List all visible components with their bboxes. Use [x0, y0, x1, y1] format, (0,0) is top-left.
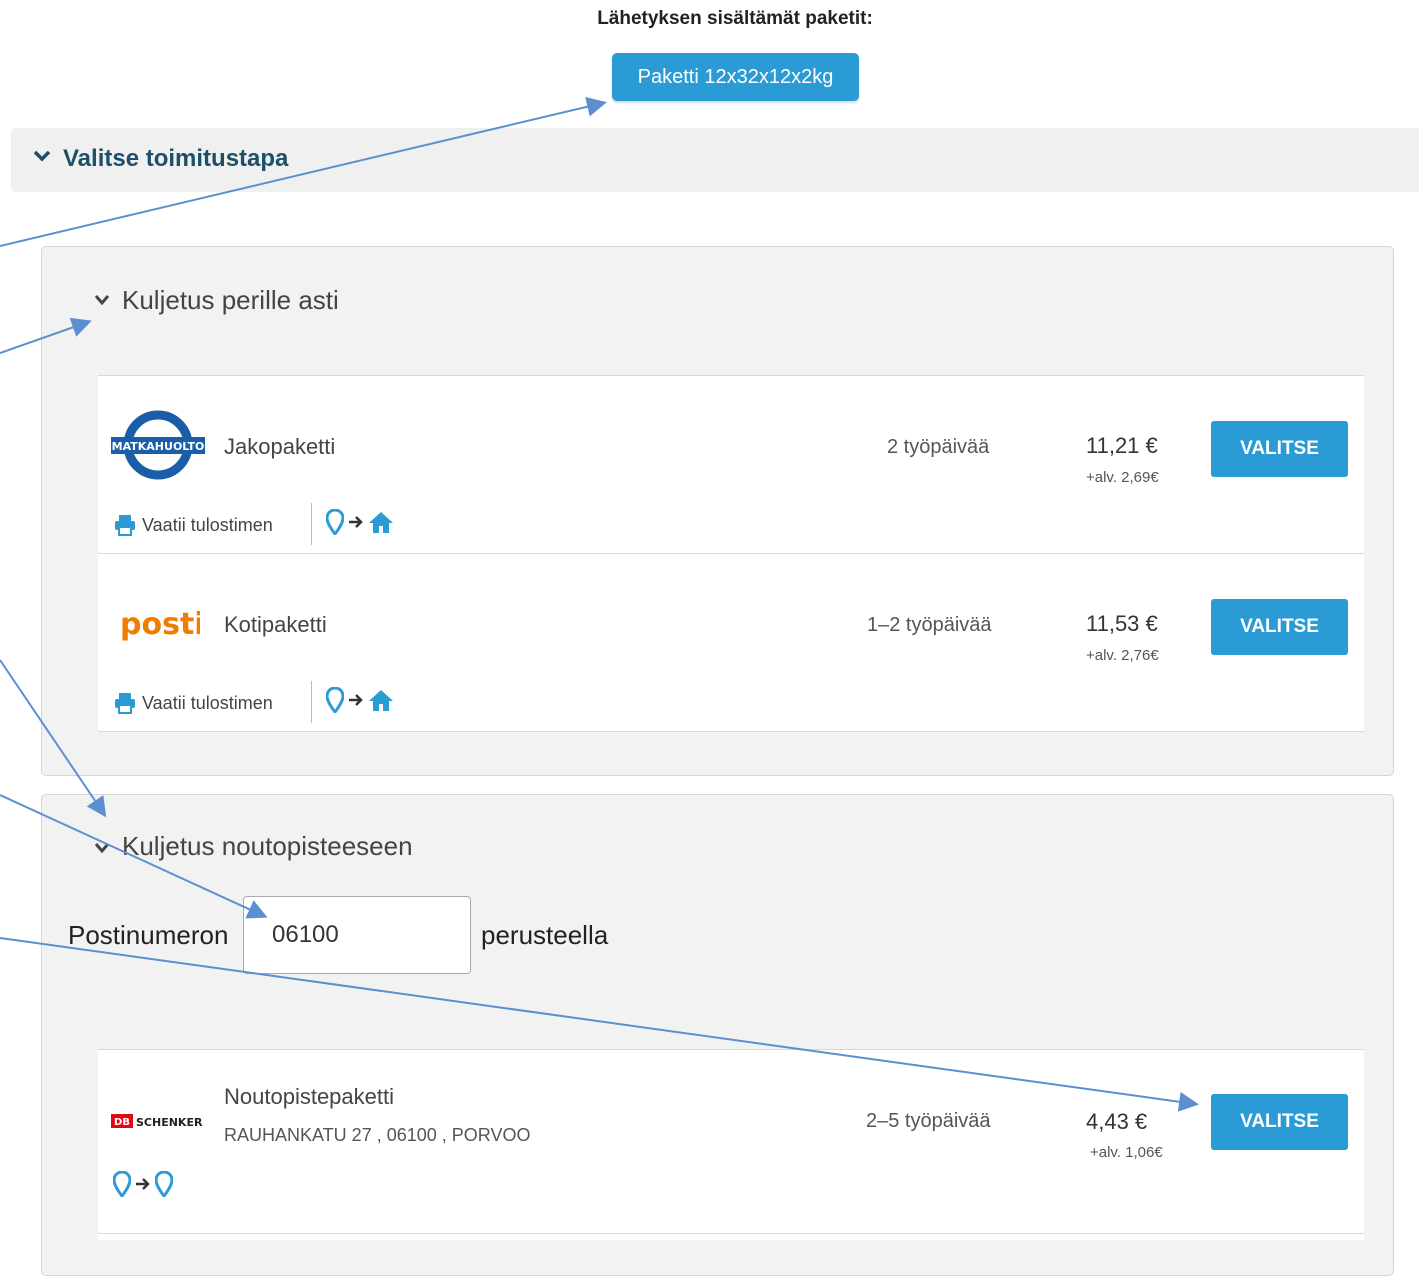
- annotation-arrow: [0, 96, 607, 247]
- annotation-arrow: [0, 937, 1199, 1112]
- annotation-arrows: [0, 96, 1199, 1112]
- annotation-arrow: [0, 659, 107, 818]
- annotation-arrow: [0, 794, 268, 919]
- annotation-arrow: [0, 317, 92, 354]
